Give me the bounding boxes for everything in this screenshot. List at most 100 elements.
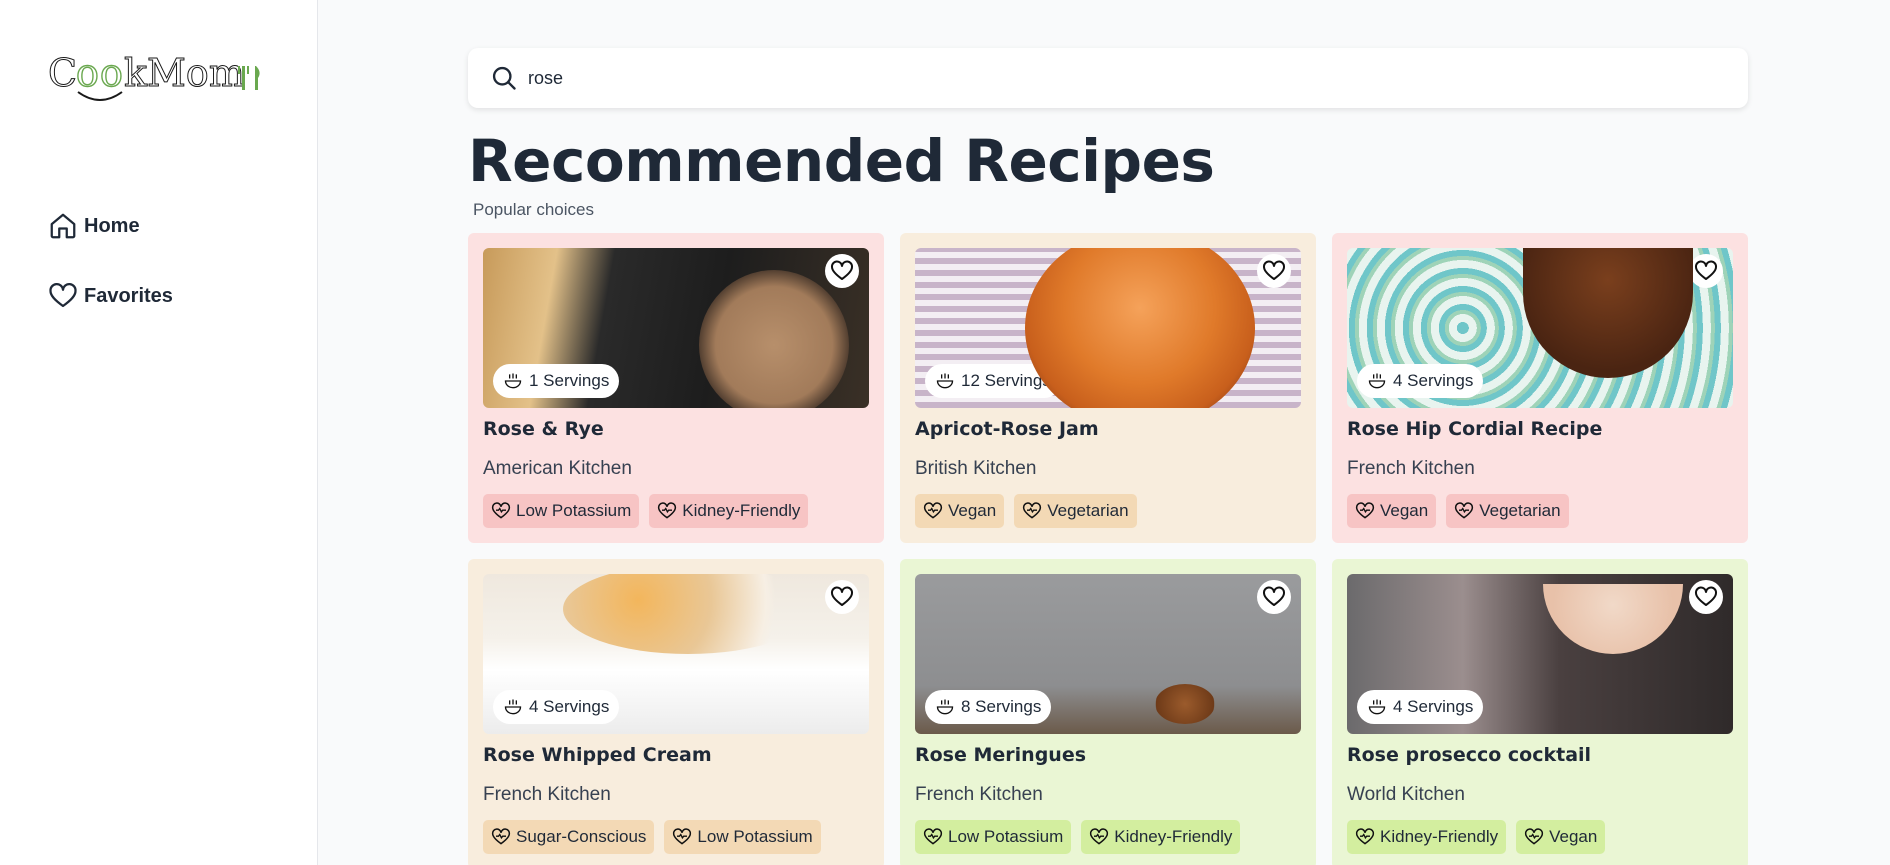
diet-tag: Vegetarian <box>1446 494 1569 528</box>
recipe-name[interactable]: Rose prosecco cocktail <box>1347 744 1733 770</box>
tag-label: Vegetarian <box>1479 501 1561 520</box>
sidebar-item-label: Home <box>84 214 140 237</box>
tag-label: Kidney-Friendly <box>1114 827 1233 846</box>
recipe-card[interactable]: 4 Servings Rose Whipped Cream French Kit… <box>468 559 884 865</box>
heart-icon <box>1695 586 1717 606</box>
heart-pulse-icon <box>1090 828 1109 845</box>
home-icon <box>50 213 76 239</box>
heart-pulse-icon <box>923 502 943 519</box>
recipe-image[interactable]: 4 Servings <box>1347 574 1733 734</box>
sidebar-item-favorites[interactable]: Favorites <box>48 278 173 314</box>
tag-label: Sugar-Conscious <box>516 827 647 846</box>
recipe-image[interactable]: 12 Servings <box>915 248 1301 408</box>
bowl-icon <box>504 699 522 715</box>
tag-label: Low Potassium <box>516 501 632 520</box>
servings-badge: 1 Servings <box>493 364 620 398</box>
search-input[interactable] <box>528 67 1628 89</box>
svg-text:o: o <box>100 51 123 95</box>
heart-pulse-icon <box>1525 828 1544 845</box>
bowl-icon <box>936 699 954 715</box>
heart-pulse-icon <box>491 828 511 845</box>
favorite-button[interactable] <box>1257 254 1291 288</box>
tag-label: Vegan <box>1549 827 1598 846</box>
heart-icon <box>1263 586 1285 606</box>
search-bar[interactable] <box>468 48 1748 108</box>
bowl-icon <box>936 373 954 389</box>
svg-text:kMom: kMom <box>124 51 245 95</box>
recipe-card[interactable]: 12 Servings Apricot-Rose Jam British Kit… <box>900 233 1316 543</box>
diet-tag: Kidney-Friendly <box>1081 820 1241 854</box>
recipe-kitchen: British Kitchen <box>915 458 1037 479</box>
recipe-kitchen: American Kitchen <box>483 458 632 479</box>
recipe-name[interactable]: Rose & Rye <box>483 418 869 444</box>
servings-text: 8 Servings <box>961 697 1042 716</box>
recipe-kitchen: French Kitchen <box>915 784 1043 805</box>
servings-badge: 12 Servings <box>925 364 1061 398</box>
heart-icon <box>831 260 853 280</box>
page-subtitle: Popular choices <box>473 200 594 219</box>
heart-pulse-icon <box>1455 502 1474 519</box>
recipe-kitchen: World Kitchen <box>1347 784 1465 805</box>
heart-icon <box>831 586 853 606</box>
tag-label: Kidney-Friendly <box>1380 827 1499 846</box>
diet-tag: Low Potassium <box>915 820 1072 854</box>
page-title: Recommended Recipes <box>468 127 1215 195</box>
heart-pulse-icon <box>923 828 943 845</box>
servings-badge: 4 Servings <box>1357 690 1484 724</box>
diet-tag: Kidney-Friendly <box>649 494 809 528</box>
recipe-tags: Kidney-Friendly Vegan <box>1347 820 1733 854</box>
diet-tag: Vegetarian <box>1014 494 1137 528</box>
diet-tag: Low Potassium <box>664 820 821 854</box>
tag-label: Vegetarian <box>1047 501 1129 520</box>
svg-text:C: C <box>48 51 77 95</box>
diet-tag: Vegan <box>1516 820 1606 854</box>
favorite-button[interactable] <box>1689 580 1723 614</box>
servings-text: 4 Servings <box>529 697 610 716</box>
servings-text: 4 Servings <box>1393 371 1474 390</box>
sidebar-item-home[interactable]: Home <box>48 208 173 244</box>
recipe-image[interactable]: 1 Servings <box>483 248 869 408</box>
main-content: Recommended Recipes Popular choices 1 Se… <box>468 48 1748 865</box>
diet-tag: Vegan <box>1347 494 1437 528</box>
heart-pulse-icon <box>1023 502 1042 519</box>
recipe-kitchen: French Kitchen <box>483 784 611 805</box>
recipe-grid: 1 Servings Rose & Rye American Kitchen L… <box>468 233 1748 865</box>
recipe-tags: Low Potassium Kidney-Friendly <box>915 820 1301 854</box>
recipe-card[interactable]: 4 Servings Rose Hip Cordial Recipe Frenc… <box>1332 233 1748 543</box>
favorite-button[interactable] <box>1689 254 1723 288</box>
recipe-kitchen: French Kitchen <box>1347 458 1475 479</box>
favorite-button[interactable] <box>1257 580 1291 614</box>
recipe-name[interactable]: Rose Hip Cordial Recipe <box>1347 418 1733 444</box>
cookmom-logo[interactable]: C o o kMom <box>48 50 268 110</box>
recipe-image[interactable]: 4 Servings <box>1347 248 1733 408</box>
diet-tag: Kidney-Friendly <box>1347 820 1507 854</box>
servings-text: 12 Servings <box>961 371 1051 390</box>
recipe-image[interactable]: 4 Servings <box>483 574 869 734</box>
sidebar-item-label: Favorites <box>84 284 173 307</box>
recipe-card[interactable]: 8 Servings Rose Meringues French Kitchen… <box>900 559 1316 865</box>
search-icon <box>492 66 516 90</box>
servings-text: 1 Servings <box>529 371 610 390</box>
recipe-name[interactable]: Apricot-Rose Jam <box>915 418 1301 444</box>
servings-badge: 8 Servings <box>925 690 1052 724</box>
svg-text:o: o <box>76 51 99 95</box>
favorite-button[interactable] <box>825 254 859 288</box>
recipe-name[interactable]: Rose Whipped Cream <box>483 744 869 770</box>
recipe-card[interactable]: 4 Servings Rose prosecco cocktail World … <box>1332 559 1748 865</box>
tag-label: Vegan <box>1380 501 1429 520</box>
diet-tag: Vegan <box>915 494 1005 528</box>
recipe-tags: Vegan Vegetarian <box>1347 494 1733 528</box>
recipe-card[interactable]: 1 Servings Rose & Rye American Kitchen L… <box>468 233 884 543</box>
sidebar: C o o kMom Home Favorites <box>0 0 318 865</box>
recipe-tags: Low Potassium Kidney-Friendly <box>483 494 869 528</box>
tag-label: Low Potassium <box>697 827 813 846</box>
logo-image: C o o kMom <box>48 50 260 101</box>
heart-icon <box>1263 260 1285 280</box>
favorite-button[interactable] <box>825 580 859 614</box>
heart-icon <box>49 283 77 308</box>
heart-pulse-icon <box>658 502 677 519</box>
heart-pulse-icon <box>491 502 511 519</box>
recipe-name[interactable]: Rose Meringues <box>915 744 1301 770</box>
recipe-image[interactable]: 8 Servings <box>915 574 1301 734</box>
bowl-icon <box>504 373 522 389</box>
